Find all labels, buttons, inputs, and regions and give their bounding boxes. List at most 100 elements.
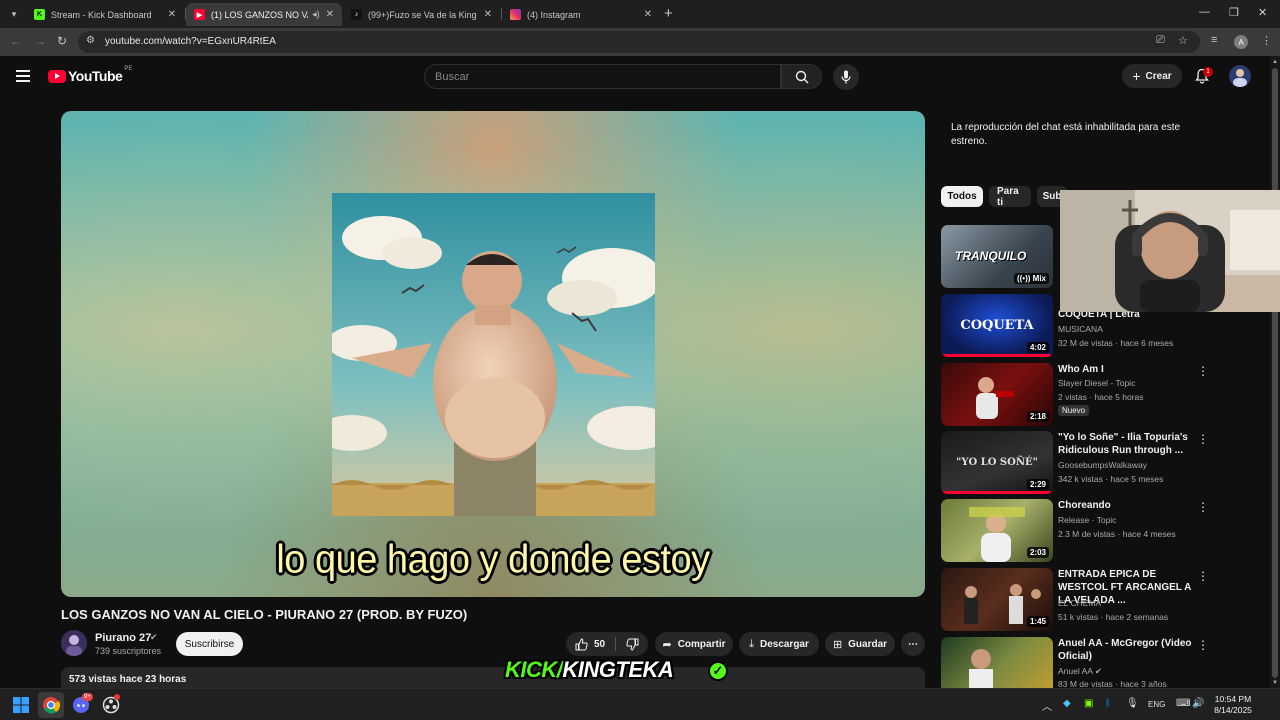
video-title: LOS GANZOS NO VAN AL CIELO - PIURANO 27 …: [61, 607, 468, 622]
new-badge: Nuevo: [1058, 405, 1090, 416]
windows-start-icon[interactable]: [12, 696, 30, 714]
subscribe-button[interactable]: Suscribirse: [176, 632, 243, 656]
window-close-icon[interactable]: ✕: [1258, 6, 1267, 19]
site-info-icon[interactable]: ⚙: [86, 35, 95, 46]
download-label: Descargar: [759, 638, 809, 650]
restore-icon[interactable]: ❐: [1229, 6, 1239, 19]
video-thumbnail[interactable]: [941, 637, 1053, 688]
tray-overflow-icon[interactable]: ︿: [1042, 698, 1052, 713]
webcam-image: [1060, 190, 1280, 312]
tab-youtube-video[interactable]: ▶ (1) LOS GANZOS NO VAN A ◂) ✕: [186, 3, 342, 26]
save-playlist-icon: ⊞: [832, 638, 843, 651]
search-button[interactable]: [781, 64, 822, 89]
channel-name: GoosebumpsWalkaway: [1058, 460, 1147, 470]
microphone-icon: [841, 70, 851, 84]
share-button[interactable]: ➦ Compartir: [655, 632, 733, 656]
recommended-video[interactable]: 2:03 Choreando Release · Topic 2.3 M de …: [941, 499, 1211, 563]
logo-text: YouTube: [68, 68, 123, 84]
tab-kick-dashboard[interactable]: K Stream - Kick Dashboard ✕: [26, 3, 184, 26]
video-thumbnail[interactable]: COQUETA 4:02: [941, 294, 1053, 357]
like-count: 50: [593, 638, 606, 650]
network-icon[interactable]: ⌨: [1176, 698, 1190, 709]
recommended-video[interactable]: 1:45 ENTRADA EPICA DE WESTCOL FT ARCANGE…: [941, 568, 1211, 632]
reload-icon[interactable]: ↻: [57, 34, 67, 48]
plus-icon: +: [1132, 68, 1141, 84]
voice-search-button[interactable]: [833, 64, 859, 90]
close-tab-icon[interactable]: ✕: [644, 9, 652, 20]
like-divider: [615, 637, 617, 651]
channel-name: Release · Topic: [1058, 515, 1117, 525]
video-thumbnail[interactable]: 2:03: [941, 499, 1053, 562]
watch-progress-bar: [941, 354, 1053, 357]
chrome-icon[interactable]: [42, 696, 60, 714]
video-meta: 2.3 M de vistas · hace 4 meses: [1058, 529, 1176, 539]
video-thumbnail[interactable]: TRANQUILO ((•)) Mix: [941, 225, 1053, 288]
tab-tiktok[interactable]: ♪ (99+)Fuzo se Va de la King Hou ✕: [343, 3, 500, 26]
download-button[interactable]: ⤓ Descargar: [739, 632, 819, 656]
like-button[interactable]: 50: [575, 637, 606, 651]
tab-instagram[interactable]: (4) Instagram ✕: [502, 3, 660, 26]
menu-icon[interactable]: [16, 70, 30, 82]
minimize-icon[interactable]: —: [1199, 6, 1210, 18]
address-bar[interactable]: ⚙ youtube.com/watch?v=EGxnUR4RtEA: [78, 31, 1200, 53]
thumbs-down-icon[interactable]: [626, 638, 639, 651]
more-vertical-icon[interactable]: ⋮: [1197, 501, 1209, 513]
youtube-logo[interactable]: YouTube PE: [48, 66, 132, 84]
kick-prefix: KICK/: [505, 657, 563, 682]
browser-tab-bar: ▾ K Stream - Kick Dashboard ✕ ▶ (1) LOS …: [0, 0, 1280, 28]
scroll-down-icon[interactable]: ▼: [1272, 680, 1278, 686]
volume-icon[interactable]: 🔊: [1192, 698, 1204, 709]
system-clock[interactable]: 10:54 PM 8/14/2025: [1208, 694, 1258, 716]
video-thumbnail[interactable]: "YO LO SOÑÉ" 2:29: [941, 431, 1053, 494]
tab-title: (1) LOS GANZOS NO VAN A: [211, 9, 308, 20]
page-scrollbar[interactable]: ▲ ▼: [1270, 56, 1280, 688]
search-input[interactable]: [425, 65, 780, 88]
user-avatar[interactable]: [1229, 65, 1251, 87]
save-button[interactable]: ⊞ Guardar: [825, 632, 895, 656]
more-actions-button[interactable]: ⋯: [901, 632, 925, 656]
video-thumbnail[interactable]: 2:18: [941, 363, 1053, 426]
tray-app-icon[interactable]: ◆: [1063, 698, 1071, 709]
forward-icon[interactable]: →: [34, 34, 46, 48]
more-vertical-icon[interactable]: ⋮: [1197, 433, 1209, 445]
more-vertical-icon[interactable]: ⋮: [1197, 570, 1209, 582]
browser-menu-icon[interactable]: ⋮: [1261, 34, 1272, 47]
channel-name[interactable]: Piurano 27: [95, 632, 151, 644]
cast-icon[interactable]: ⎚: [1156, 34, 1165, 47]
speaker-icon[interactable]: ◂): [312, 9, 320, 20]
video-duration: 2:03: [1026, 547, 1049, 558]
recommended-video[interactable]: 2:18 Who Am I Slayer Diesel - Topic 2 vi…: [941, 363, 1211, 427]
bookmark-star-icon[interactable]: ☆: [1178, 34, 1188, 47]
chip-todos[interactable]: Todos: [941, 186, 983, 207]
close-tab-icon[interactable]: ✕: [326, 9, 334, 20]
language-indicator[interactable]: ENG: [1148, 700, 1165, 709]
video-player[interactable]: lo que hago y donde estoy: [61, 111, 925, 597]
scrollbar-thumb[interactable]: [1272, 68, 1278, 678]
video-thumbnail[interactable]: 1:45: [941, 568, 1053, 631]
bluetooth-icon[interactable]: ᛒ: [1105, 698, 1111, 709]
more-horizontal-icon: ⋯: [908, 638, 918, 650]
browser-profile-avatar[interactable]: A: [1234, 35, 1248, 49]
tab-search-icon[interactable]: ▾: [4, 4, 24, 24]
more-vertical-icon[interactable]: ⋮: [1197, 365, 1209, 377]
back-icon[interactable]: ←: [10, 34, 22, 48]
video-duration: 1:45: [1026, 616, 1049, 627]
album-cover-image: [332, 193, 655, 516]
channel-name: Anuel AA: [1058, 666, 1093, 676]
recommended-video[interactable]: Anuel AA - McGregor (Video Oficial) Anue…: [941, 637, 1211, 688]
chip-para-ti[interactable]: Para ti: [989, 186, 1031, 208]
close-tab-icon[interactable]: ✕: [168, 9, 176, 20]
reading-list-icon[interactable]: ≡: [1211, 34, 1217, 46]
tab-title: (4) Instagram: [527, 9, 581, 20]
new-tab-icon[interactable]: +: [664, 5, 673, 22]
recommended-video[interactable]: "YO LO SOÑÉ" 2:29 "Yo lo Soñe" - Ilia To…: [941, 431, 1211, 495]
microphone-tray-icon[interactable]: 🎙: [1126, 698, 1139, 709]
channel-avatar[interactable]: [61, 630, 87, 656]
close-tab-icon[interactable]: ✕: [484, 9, 492, 20]
nvidia-icon[interactable]: ▣: [1084, 698, 1093, 709]
video-title: "Yo lo Soñe" - Ilia Topuria's Ridiculous…: [1058, 432, 1188, 456]
create-button[interactable]: + Crear: [1122, 64, 1182, 88]
more-vertical-icon[interactable]: ⋮: [1197, 639, 1209, 651]
scroll-up-icon[interactable]: ▲: [1272, 59, 1278, 65]
windows-taskbar: 9+ ︿ ◆ ▣ ᛒ 🎙 ENG ⌨ 🔊 10:54 PM 8/14/2025: [0, 688, 1280, 720]
